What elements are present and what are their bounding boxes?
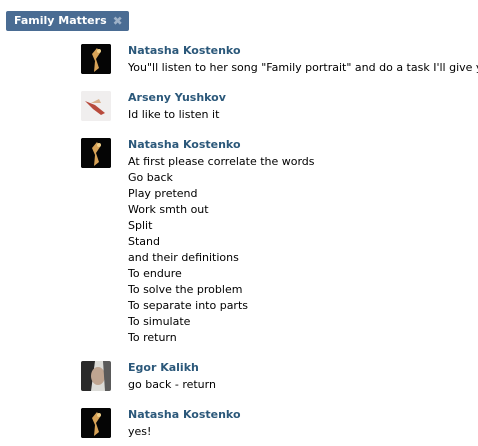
message-text: go back - return <box>128 377 216 393</box>
author-name[interactable]: Arseny Yushkov <box>128 91 226 104</box>
message-line: Split <box>128 219 153 232</box>
avatar[interactable] <box>81 91 111 121</box>
message-line: yes! <box>128 425 152 438</box>
conversation-title-tag[interactable]: Family Matters ✖ <box>6 11 129 31</box>
message-line: To return <box>128 331 177 344</box>
message-line: Id like to listen it <box>128 108 220 121</box>
message-text: You"ll listen to her song "Family portra… <box>128 60 478 76</box>
avatar[interactable] <box>81 408 111 438</box>
author-name[interactable]: Natasha Kostenko <box>128 44 241 57</box>
message-line: At first please correlate the words <box>128 155 315 168</box>
avatar[interactable] <box>81 44 111 74</box>
close-icon[interactable]: ✖ <box>113 15 123 27</box>
message-line: and their definitions <box>128 251 239 264</box>
author-name[interactable]: Egor Kalikh <box>128 361 199 374</box>
message-text: yes! <box>128 424 151 440</box>
author-name[interactable]: Natasha Kostenko <box>128 138 241 151</box>
author-name[interactable]: Natasha Kostenko <box>128 408 241 421</box>
message-line: Play pretend <box>128 187 198 200</box>
message-line: Go back <box>128 171 173 184</box>
message-line: go back - return <box>128 378 216 391</box>
conversation-title: Family Matters <box>14 14 107 27</box>
message-line: You"ll listen to her song "Family portra… <box>128 61 478 74</box>
message-line: Stand <box>128 235 160 248</box>
message-line: Work smth out <box>128 203 209 216</box>
avatar[interactable] <box>81 138 111 168</box>
message-line: To simulate <box>128 315 191 328</box>
message-line: To separate into parts <box>128 299 248 312</box>
message-line: To solve the problem <box>128 283 243 296</box>
avatar[interactable] <box>81 361 111 391</box>
message-text: At first please correlate the words Go b… <box>128 154 315 346</box>
message-text: Id like to listen it <box>128 107 219 123</box>
message-line: To endure <box>128 267 182 280</box>
